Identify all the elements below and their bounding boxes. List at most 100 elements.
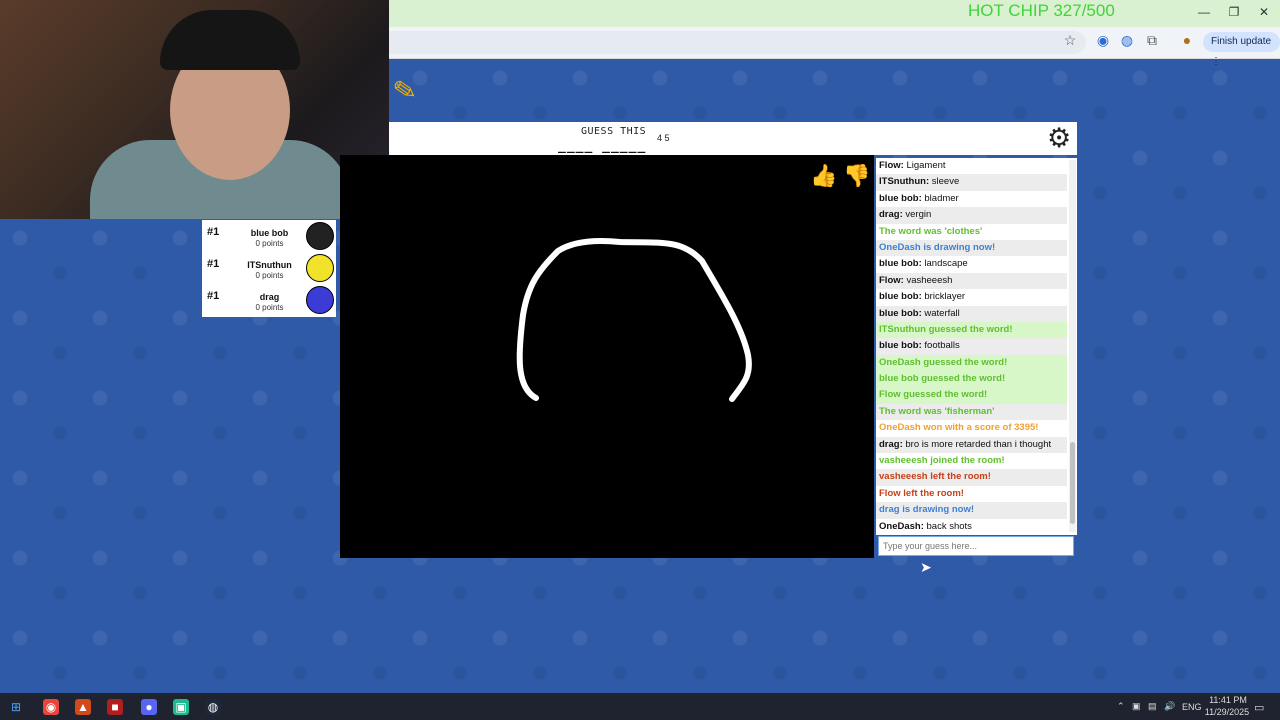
webcam-cap [160, 10, 300, 70]
chat-message: OneDash: back shots [876, 519, 1067, 535]
notification-icon[interactable]: ▭ [1254, 701, 1264, 714]
chat-message: Flow: Ligament [876, 158, 1067, 174]
chat-message: blue bob: landscape [876, 256, 1067, 272]
chat-message: blue bob guessed the word! [876, 371, 1067, 388]
chat-text: The word was 'clothes' [879, 225, 983, 237]
webcam-feed [0, 0, 389, 219]
clock-date[interactable]: 11/29/2025 [1203, 707, 1251, 717]
player-rank: #1 [207, 258, 220, 270]
chat-message: Flow left the room! [876, 486, 1067, 502]
app-icon-green[interactable]: ▣ [173, 699, 189, 715]
profile-avatar-icon[interactable]: ● [1178, 32, 1196, 48]
chat-username: blue bob: [879, 192, 922, 204]
chat-message: OneDash is drawing now! [876, 239, 1067, 257]
chat-message: OneDash guessed the word! [876, 354, 1067, 372]
player-avatar [306, 286, 334, 314]
steam-app-icon[interactable]: ◍ [205, 699, 221, 715]
finish-update-button[interactable]: Finish update ⋮ [1203, 32, 1280, 67]
chat-scroll-thumb[interactable] [1070, 442, 1075, 524]
chat-message: OneDash won with a score of 3395! [876, 420, 1067, 436]
address-bar[interactable] [388, 31, 1086, 54]
player-rank: #1 [207, 290, 220, 302]
stream-overlay-text: HOT CHIP 327/500 [968, 1, 1115, 20]
player-name: drag [259, 292, 280, 302]
chat-message: drag: vergin [876, 207, 1067, 224]
chat-username: blue bob: [879, 340, 922, 352]
guess-input[interactable] [878, 536, 1074, 556]
thumbs-down-icon[interactable]: 👎 [843, 163, 870, 189]
windows-taskbar [0, 693, 1280, 720]
word-lengths: 4 5 [657, 133, 670, 143]
player-points: 0 points [255, 239, 284, 248]
chat-text: sleeve [931, 176, 960, 188]
player-name: blue bob [250, 228, 289, 238]
chat-text: drag is drawing now! [879, 504, 975, 516]
translate-icon[interactable]: ◍ [1118, 32, 1136, 49]
chat-log: Flow: Ligament ITSnuthun: sleeve blue bob:… [876, 158, 1077, 535]
chat-username: Flow: [879, 160, 904, 171]
chat-username: drag: [879, 209, 903, 221]
game-header: GUESS THIS ____ _____ 4 5 ⚙ [389, 122, 1077, 155]
player-row: #1 drag 0 points [202, 284, 336, 316]
player-avatar [306, 222, 334, 250]
chat-text: The word was 'fisherman' [879, 405, 995, 417]
tray-chevron-icon[interactable]: ⌃ [1117, 701, 1125, 712]
thumbs-up-icon[interactable]: 👍 [810, 163, 837, 189]
chat-message: vasheeesh joined the room! [876, 453, 1067, 469]
language-indicator[interactable]: ENG [1182, 702, 1202, 712]
start-windows-icon[interactable]: ⊞ [8, 699, 24, 715]
restore-button[interactable]: ❐ [1224, 5, 1244, 19]
app-icon-red[interactable]: ■ [107, 699, 123, 715]
chat-username: Flow: [879, 274, 904, 286]
chat-username: blue bob: [879, 258, 922, 270]
tray-app-icon[interactable]: ▣ [1132, 701, 1141, 712]
word-hint: ____ _____ [558, 139, 647, 154]
clock-time[interactable]: 11:41 PM [1206, 695, 1250, 705]
chat-message: drag is drawing now! [876, 502, 1067, 519]
chat-text: Ligament [906, 160, 946, 171]
extension-icon[interactable]: ◉ [1094, 32, 1112, 49]
chat-message: blue bob: bladmer [876, 191, 1067, 207]
finish-update-label: Finish update [1211, 36, 1272, 47]
player-rank: #1 [207, 226, 220, 238]
chat-text: waterfall [924, 307, 960, 319]
extensions-puzzle-icon[interactable]: ⧉ [1143, 32, 1161, 49]
chat-message: The word was 'clothes' [876, 224, 1067, 240]
chat-text: vasheeesh left the room! [879, 471, 991, 483]
network-icon[interactable]: ▤ [1148, 701, 1157, 712]
chat-text: bladmer [924, 192, 959, 204]
chat-text: footballs [924, 340, 960, 352]
chat-text: Flow left the room! [879, 487, 964, 499]
drawing-stroke [516, 238, 752, 402]
chat-text: landscape [924, 258, 968, 270]
chat-text: vergin [905, 209, 932, 221]
mouse-cursor-icon: ➤ [920, 559, 932, 575]
chat-text: Flow guessed the word! [879, 389, 988, 401]
settings-gear-icon[interactable]: ⚙ [1047, 124, 1071, 152]
chat-text: vasheeesh [906, 274, 953, 286]
drawing-canvas[interactable]: 👍 👎 [340, 155, 874, 558]
chat-text: bro is more retarded than i thought [905, 438, 1052, 450]
minimize-button[interactable]: — [1194, 5, 1214, 19]
chrome-app-icon[interactable]: ◉ [43, 699, 59, 715]
chat-text: vasheeesh joined the room! [879, 455, 1005, 467]
discord-app-icon[interactable]: ● [141, 699, 157, 715]
bookmark-star-icon[interactable]: ☆ [1061, 32, 1079, 49]
player-name: ITSnuthun [247, 260, 292, 270]
chat-message: Flow: vasheeesh [876, 272, 1067, 290]
player-row: #1 ITSnuthun 0 points [202, 252, 336, 284]
chat-text: OneDash guessed the word! [879, 356, 1008, 368]
player-avatar [306, 254, 334, 282]
player-list: #1 blue bob 0 points #1 ITSnuthun 0 points #1 d… [202, 220, 336, 317]
app-icon-orange[interactable]: ▲ [75, 699, 91, 715]
player-points: 0 points [255, 303, 284, 312]
volume-icon[interactable]: 🔊 [1164, 701, 1175, 712]
chat-text: OneDash won with a score of 3395! [879, 422, 1039, 434]
chat-text: back shots [926, 520, 972, 532]
close-button[interactable]: ✕ [1254, 5, 1274, 19]
chat-text: OneDash is drawing now! [879, 241, 996, 253]
player-points: 0 points [255, 271, 284, 280]
chat-message: blue bob: waterfall [876, 305, 1067, 322]
chat-text: ITSnuthun guessed the word! [879, 323, 1013, 335]
chat-username: blue bob: [879, 307, 922, 319]
